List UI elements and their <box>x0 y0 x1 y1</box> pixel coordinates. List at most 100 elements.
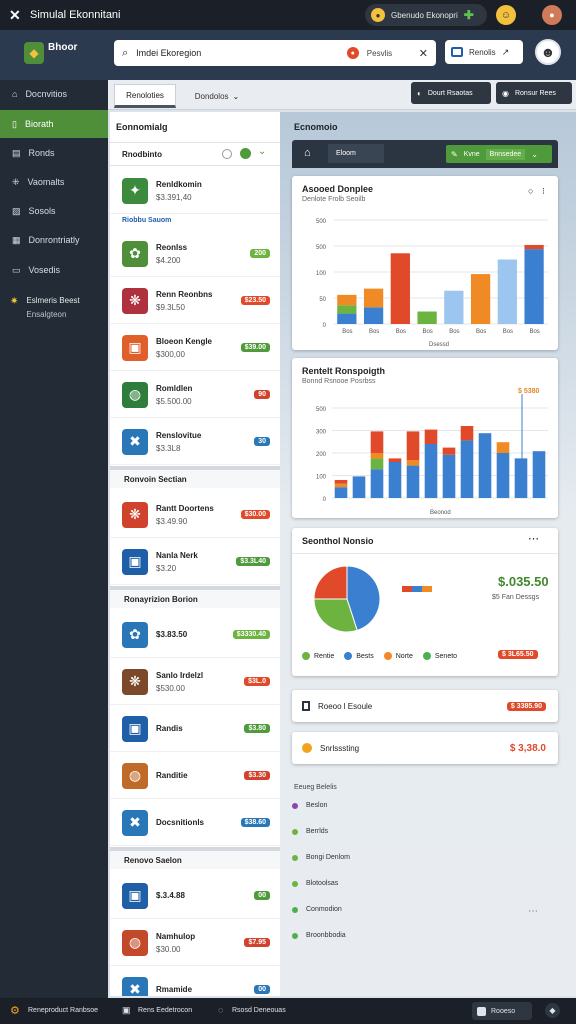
summary-row-1[interactable]: Roeoo l Esoule $ 3385.90 <box>292 690 558 722</box>
search-box[interactable]: ⌕ Imdei Ekoregion ● Pesvlis ✕ <box>114 40 436 66</box>
price-tag: $3.30 <box>244 771 270 780</box>
section-header: Ronayrizion Borion <box>110 586 280 608</box>
sidebar-item-label: Docnvitios <box>25 89 67 99</box>
list-item[interactable]: ✦ Renldkomin $3.391,40 <box>110 168 280 214</box>
emoji-icon[interactable]: ☺ <box>496 5 516 25</box>
legend-label: Seneto <box>434 652 458 660</box>
sidebar-item-donrontriatly[interactable]: ▦ Donrontriatly <box>0 226 108 254</box>
price-tag: $30.00 <box>240 510 270 519</box>
list-item[interactable]: ✖ Renslovitue $3.3L8 30 <box>110 419 280 465</box>
list-item[interactable]: ✖ Docsnitionls $38.60 <box>110 800 280 846</box>
chevron-down-icon: ⌄ <box>531 149 538 159</box>
sidebar-item-ronds[interactable]: ▤ Ronds <box>0 139 108 167</box>
status-dot-icon <box>240 148 251 159</box>
list-item[interactable]: ◍ Randitie $3.30 <box>110 753 280 799</box>
user-avatar-icon[interactable]: ● <box>542 5 562 25</box>
list-item[interactable]: ◍ Namhulop $30.00 $7.95 <box>110 920 280 966</box>
summary-row-2[interactable]: Snrlsssting $ 3,38.0 <box>292 732 558 764</box>
app-title: Simulal Ekonnitani <box>30 9 121 21</box>
product-thumbnail-icon: ✖ <box>122 809 148 836</box>
event-label: Berrlds <box>306 828 329 835</box>
panel-selector[interactable]: Eloom <box>328 144 384 163</box>
list-item[interactable]: ◍ Romldlen $5.500.00 90 <box>110 372 280 418</box>
dourt-button[interactable]: ◐ Dourt Rsaotas <box>411 82 491 104</box>
help-icon[interactable]: ◆ <box>545 1003 560 1018</box>
status-mid2[interactable]: Rsosd Deneouas <box>232 1007 286 1014</box>
status-mid[interactable]: Rens Eedetrocon <box>138 1007 192 1014</box>
event-label: Broonbbodia <box>306 932 346 939</box>
home-icon[interactable]: ⌂ <box>304 147 311 159</box>
bulb-icon: ✷ <box>10 296 19 307</box>
x-tick-label: Bos <box>529 329 539 335</box>
search-input[interactable]: Imdei Ekoregion <box>136 48 339 58</box>
list-item[interactable]: ▣ Nanla Nerk $3.20 $3.3L40 <box>110 539 280 585</box>
sidebar-item-vaomalts[interactable]: ⁜ Vaomalts <box>0 168 108 196</box>
pie-tag[interactable]: $ 3L65.50 <box>498 650 538 659</box>
panel-action-group[interactable]: ✎ Kvne Bnnsedee ⌄ <box>446 145 552 163</box>
event-item[interactable]: Bongi Denlom <box>292 854 350 861</box>
bar <box>496 442 510 453</box>
more-icon[interactable]: ⋯ <box>528 906 538 917</box>
list-icon: ▭ <box>12 264 21 275</box>
list-item[interactable]: ✖ Rmamide 00 <box>110 967 280 996</box>
event-item[interactable]: Beslon <box>292 802 327 809</box>
list-item[interactable]: ✿ $3.83.50 $3330.40 <box>110 612 280 658</box>
item-name: Nanla Nerk <box>156 550 198 560</box>
notification-pill[interactable]: ● Gbenudo Ekonopri ✚ <box>365 4 487 26</box>
bar <box>442 447 456 455</box>
ronsur-button[interactable]: ◉ Ronsur Rees <box>496 82 572 104</box>
notification-label: Gbenudo Ekonopri <box>391 10 458 20</box>
price-tag: $3.3L40 <box>236 557 270 566</box>
event-item[interactable]: Berrlds <box>292 828 328 835</box>
row1-label: Roeoo l Esoule <box>318 701 373 711</box>
y-tick-label: 300 <box>316 430 327 436</box>
event-item[interactable]: Blotoolsas <box>292 880 338 887</box>
item-price: $9.3L50 <box>156 302 185 312</box>
calendar-icon: ▦ <box>12 234 21 245</box>
bar <box>524 249 544 324</box>
primary-action-button[interactable]: Renolis ↗ <box>445 40 523 64</box>
legend-dot-icon <box>302 652 310 660</box>
event-item[interactable]: Broonbbodia <box>292 932 346 939</box>
list-item[interactable]: ▣ $.3.4.88 00 <box>110 873 280 919</box>
price-tag: 30 <box>254 437 270 446</box>
info-icon[interactable] <box>222 149 232 159</box>
refresh-icon: ◌ <box>218 1005 224 1015</box>
bar <box>460 440 474 498</box>
list-item[interactable]: ❋ Rantt Doortens $3.49.90 $30.00 <box>110 492 280 538</box>
item-name: Namhulop <box>156 931 196 941</box>
sidebar-item-sosols[interactable]: ▨ Sosols <box>0 197 108 225</box>
sidebar-item-vosedis[interactable]: ▭ Vosedis <box>0 256 108 284</box>
coin-icon <box>302 743 312 753</box>
status-button[interactable]: Rooeso <box>472 1002 532 1020</box>
refresh-icon[interactable]: ○ <box>528 186 533 196</box>
event-item[interactable]: Conmodion <box>292 906 342 913</box>
sidebar-footer[interactable]: ✷ Eslmeris Beest Ensalgteon <box>10 296 80 319</box>
list-subheader-bar: Rnodbinto ⌄ <box>110 142 280 166</box>
filter-label[interactable]: Pesvlis <box>367 49 411 58</box>
ronsur-label: Ronsur Rees <box>514 89 556 97</box>
list-item[interactable]: ❋ Renn Reonbns $9.3L50 $23.50 <box>110 278 280 324</box>
y-tick-label: 500 <box>316 245 327 251</box>
list-item[interactable]: ✿ Reonlss $4.200 200 <box>110 231 280 277</box>
list-item[interactable]: ▣ Bloeon Kengle $300,00 $39.00 <box>110 325 280 371</box>
tab-dondolos[interactable]: Dondolos ⌄ <box>182 84 252 108</box>
product-thumbnail-icon: ▣ <box>122 334 148 361</box>
row2-label: Snrlsssting <box>320 743 360 753</box>
chevron-down-icon[interactable]: ⌄ <box>258 146 266 157</box>
item-price: $530.00 <box>156 683 185 693</box>
item-price: $3.20 <box>156 563 177 573</box>
list-header: Eonnomialg <box>116 122 168 132</box>
more-icon[interactable]: ⋯ <box>528 532 539 545</box>
more-icon[interactable]: ⁝ <box>542 186 545 197</box>
clear-search-icon[interactable]: ✕ <box>419 47 428 60</box>
list-item[interactable]: ▣ Randis $3.80 <box>110 706 280 752</box>
list-item[interactable]: ❋ Sanlo Irdelzl $530.00 $3L.0 <box>110 659 280 705</box>
profile-avatar[interactable]: ☻ <box>535 39 561 65</box>
row1-value: $ 3385.90 <box>506 701 546 711</box>
gear-icon[interactable]: ⚙ <box>10 1004 20 1017</box>
sidebar-item-biorath[interactable]: ▯ Biorath <box>0 110 108 138</box>
section-header: Ronvoin Sectian <box>110 466 280 488</box>
sidebar-item-docnvitios[interactable]: ⌂ Docnvitios <box>0 80 108 108</box>
tab-renoloties[interactable]: Renoloties <box>114 84 176 108</box>
